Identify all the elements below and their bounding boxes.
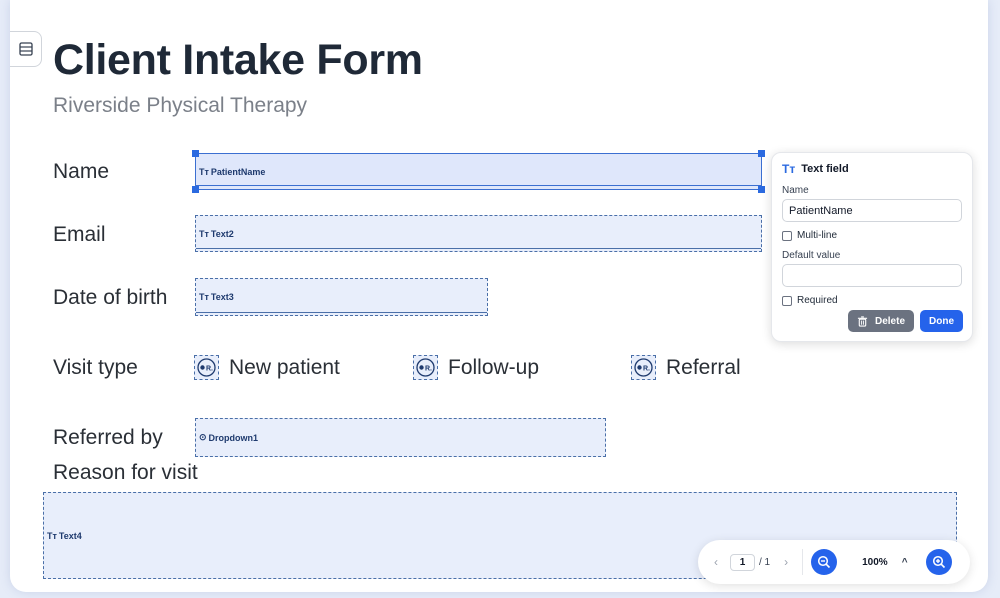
zoom-level: 100%	[862, 556, 888, 568]
svg-text:R.: R.	[425, 366, 432, 373]
toolbar-divider	[802, 549, 804, 575]
dob-label: Date of birth	[53, 286, 168, 309]
delete-button[interactable]: Delete	[847, 310, 914, 332]
radio-button-icon: R.	[197, 358, 216, 377]
resize-handle[interactable]	[758, 150, 765, 157]
next-page-button[interactable]: ›	[784, 555, 788, 569]
referred-by-dropdown[interactable]: ⊙ Dropdown1	[195, 418, 606, 457]
field-id: Text2	[210, 228, 234, 239]
done-button[interactable]: Done	[920, 310, 963, 332]
field-properties-panel: Tт Text field Name Multi-line Default va…	[771, 152, 973, 342]
dob-field[interactable]: Tт Text3	[195, 278, 488, 316]
radio-button-icon: R.	[634, 358, 653, 377]
multiline-checkbox[interactable]	[782, 230, 792, 241]
panel-header: Tт Text field	[782, 162, 962, 176]
page-title: Client Intake Form	[53, 36, 423, 84]
radio-new-patient[interactable]: R. New patient	[194, 355, 340, 380]
page-total: / 1	[759, 556, 771, 568]
email-field[interactable]: Tт Text2	[195, 215, 762, 252]
trash-icon	[857, 315, 868, 327]
delete-label: Delete	[874, 315, 905, 327]
zoom-in-icon	[932, 555, 945, 569]
svg-text:R.: R.	[643, 366, 650, 373]
field-id: Dropdown1	[208, 432, 259, 443]
resize-handle[interactable]	[192, 186, 199, 193]
text-field-icon: Tт	[199, 228, 209, 239]
referred-by-label: Referred by	[53, 426, 163, 449]
panel-title: Text field	[801, 163, 849, 175]
radio-label: Referral	[666, 355, 741, 379]
field-id: Text4	[58, 530, 82, 541]
text-field-icon: Tт	[199, 292, 209, 302]
field-id: PatientName	[210, 166, 266, 177]
default-value-label: Default value	[782, 250, 841, 261]
radio-button-icon: R.	[416, 358, 435, 377]
radio-label: New patient	[229, 355, 340, 379]
name-label: Name	[53, 160, 110, 183]
zoom-in-button[interactable]	[925, 549, 952, 575]
visit-type-label: Visit type	[53, 356, 138, 379]
page-number-input[interactable]: 1	[730, 553, 755, 571]
text-field-icon: Tт	[199, 166, 209, 177]
list-icon	[18, 42, 33, 56]
sidebar-toggle-button[interactable]	[10, 31, 42, 67]
email-label: Email	[53, 223, 106, 246]
required-checkbox[interactable]	[782, 295, 792, 306]
reason-label: Reason for visit	[53, 461, 198, 484]
radio-label: Follow-up	[448, 355, 540, 379]
multiline-label: Multi-line	[797, 230, 838, 241]
field-name-input[interactable]	[782, 199, 962, 222]
radio-field[interactable]: R.	[631, 355, 656, 380]
radio-follow-up[interactable]: R. Follow-up	[413, 355, 539, 380]
field-id: Text3	[210, 292, 234, 302]
radio-referral[interactable]: R. Referral	[631, 355, 741, 380]
name-property-label: Name	[782, 185, 809, 196]
resize-handle[interactable]	[192, 150, 199, 157]
dropdown-icon: ⊙	[199, 432, 207, 442]
multiline-option[interactable]: Multi-line	[782, 230, 962, 241]
patient-name-field[interactable]: Tт PatientName	[195, 153, 762, 190]
resize-handle[interactable]	[758, 186, 765, 193]
radio-field[interactable]: R.	[413, 355, 438, 380]
panel-actions: Delete Done	[847, 310, 963, 332]
required-label: Required	[797, 295, 838, 306]
zoom-menu-chevron-icon[interactable]: ^	[902, 557, 908, 568]
zoom-out-icon	[818, 555, 831, 569]
radio-field[interactable]: R.	[194, 355, 219, 380]
default-value-input[interactable]	[782, 264, 962, 287]
text-field-icon: Tт	[782, 162, 796, 176]
required-option[interactable]: Required	[782, 295, 962, 306]
page-subtitle: Riverside Physical Therapy	[53, 94, 308, 117]
page-zoom-toolbar: ‹ 1 / 1 › 100% ^	[698, 540, 970, 584]
zoom-out-button[interactable]	[811, 549, 838, 575]
svg-text:R.: R.	[206, 366, 213, 373]
text-field-icon: Tт	[47, 530, 57, 541]
prev-page-button[interactable]: ‹	[714, 555, 718, 569]
